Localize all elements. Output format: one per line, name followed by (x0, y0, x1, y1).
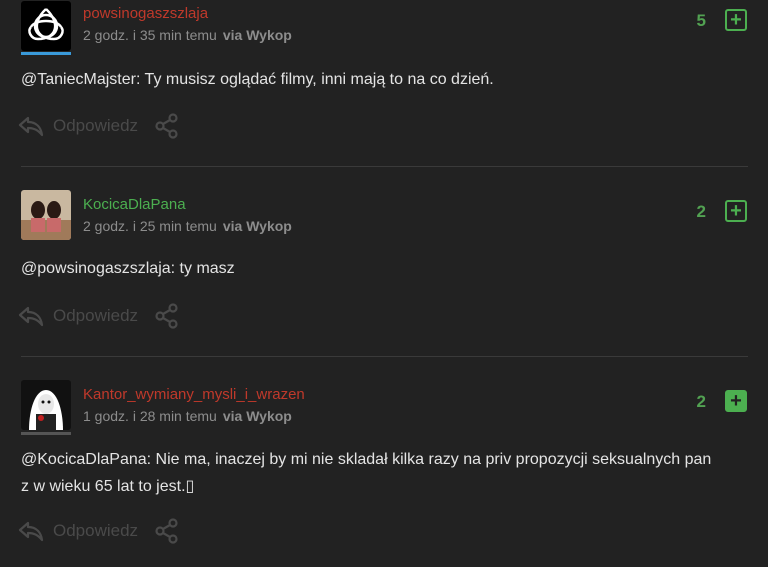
plus-icon: + (730, 9, 742, 31)
comment-meta: 2 godz. i 25 min temu via Wykop (83, 218, 292, 234)
comment-text: : Ty musisz oglądać filmy, inni mają to … (135, 71, 494, 88)
comment-actions: Odpowiedz (18, 303, 180, 329)
comment-time: 2 godz. i 35 min temu (83, 27, 217, 43)
comment-body: @KocicaDlaPana: Nie ma, inaczej by mi ni… (21, 446, 721, 500)
comment-username[interactable]: powsinogaszszlaja (83, 5, 208, 22)
share-icon[interactable] (154, 518, 180, 544)
avatar-photo[interactable] (21, 190, 71, 240)
reply-icon[interactable] (18, 114, 44, 138)
mention-link[interactable]: @TaniecMajster (21, 71, 136, 88)
vote-count: 2 (696, 202, 706, 221)
comment-divider (21, 166, 748, 167)
share-icon[interactable] (154, 113, 180, 139)
avatar-underline (21, 432, 71, 435)
comment-divider (21, 356, 748, 357)
upvote-button[interactable]: + (725, 200, 747, 222)
reply-button[interactable]: Odpowiedz (53, 521, 138, 541)
vote-count: 2 (696, 392, 706, 411)
reply-icon[interactable] (18, 304, 44, 328)
plus-icon: + (730, 390, 742, 412)
comment-time: 2 godz. i 25 min temu (83, 218, 217, 234)
share-icon[interactable] (154, 303, 180, 329)
reply-button[interactable]: Odpowiedz (53, 116, 138, 136)
comment-via[interactable]: via Wykop (223, 408, 292, 424)
avatar-triquetra[interactable] (21, 1, 71, 51)
mention-link[interactable]: @powsinogaszszlaja (21, 260, 171, 277)
avatar-underline (21, 52, 71, 55)
comment-body: @powsinogaszszlaja: ty masz (21, 255, 721, 282)
comment-username[interactable]: KocicaDlaPana (83, 196, 186, 213)
comment-text: : ty masz (170, 260, 235, 277)
reply-icon[interactable] (18, 519, 44, 543)
comment-body: @TaniecMajster: Ty musisz oglądać filmy,… (21, 66, 721, 93)
mention-link[interactable]: @KocicaDlaPana (21, 451, 147, 468)
upvote-button[interactable]: + (725, 390, 747, 412)
comment-actions: Odpowiedz (18, 518, 180, 544)
comment-via[interactable]: via Wykop (223, 27, 292, 43)
reply-button[interactable]: Odpowiedz (53, 306, 138, 326)
vote-count: 5 (696, 11, 706, 30)
comment-meta: 1 godz. i 28 min temu via Wykop (83, 408, 292, 424)
plus-icon: + (730, 200, 742, 222)
comment-username[interactable]: Kantor_wymiany_mysli_i_wrazen (83, 386, 305, 403)
comment-time: 1 godz. i 28 min temu (83, 408, 217, 424)
avatar-illustration[interactable] (21, 380, 71, 430)
upvote-button[interactable]: + (725, 9, 747, 31)
comment-actions: Odpowiedz (18, 113, 180, 139)
comment-via[interactable]: via Wykop (223, 218, 292, 234)
comment-meta: 2 godz. i 35 min temu via Wykop (83, 27, 292, 43)
